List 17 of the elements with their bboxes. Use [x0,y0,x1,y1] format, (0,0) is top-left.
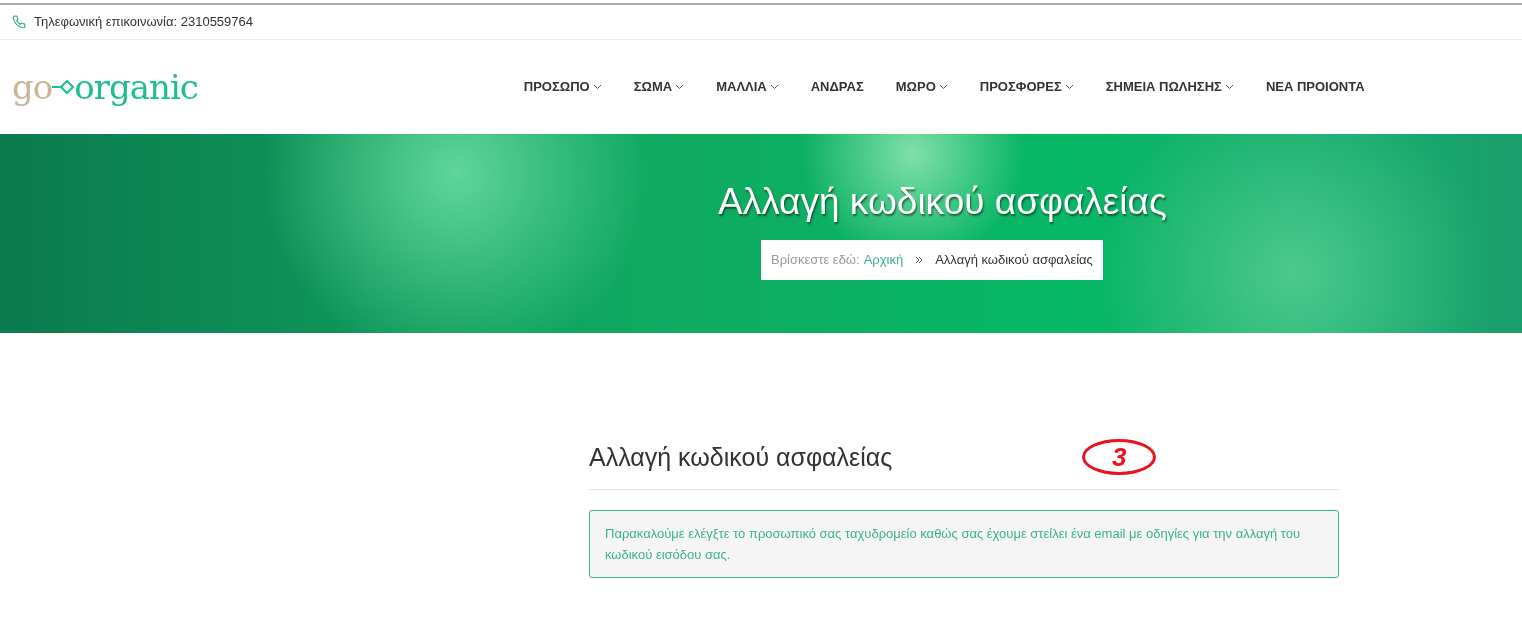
annotation-number: 3 [1082,439,1157,475]
nav-item[interactable]: ΠΡΟΣΦΟΡΕΣ [963,77,1090,97]
info-alert: Παρακαλούμε ελέγξτε το προσωπικό σας ταχυδρομείο καθώς σας έχουμε στείλει ένα email με οδηγίες για την αλλαγή του κωδικού εισόδου σας. [589,510,1339,578]
nav-item[interactable]: ΣΗΜΕΙΑ ΠΩΛΗΣΗΣ [1089,77,1250,97]
nav-item[interactable]: ΣΩΜΑ [617,77,701,97]
nav-item[interactable]: ΜΑΛΛΙΑ [700,77,795,97]
phone-icon [12,15,26,29]
breadcrumb-current: Αλλαγή κωδικού ασφαλείας [935,251,1093,270]
double-chevron-icon [915,256,924,265]
nav-item[interactable]: ΠΡΟΣΩΠΟ [507,77,618,97]
page-title: Αλλαγή κωδικού ασφαλείας [718,180,1168,224]
nav-item[interactable]: ΝΕΑ ΠΡΟΙΟΝΤΑ [1249,77,1381,97]
nav-item[interactable]: ΑΝΔΡΑΣ [794,77,880,97]
breadcrumb-label: Βρίσκεστε εδώ: [771,251,860,270]
phone-text: Τηλεφωνική επικοινωνία: 2310559764 [34,13,253,32]
section-heading: Αλλαγή κωδικού ασφαλείας [589,442,893,472]
nav-item[interactable]: ΜΩΡΟ [879,77,964,97]
